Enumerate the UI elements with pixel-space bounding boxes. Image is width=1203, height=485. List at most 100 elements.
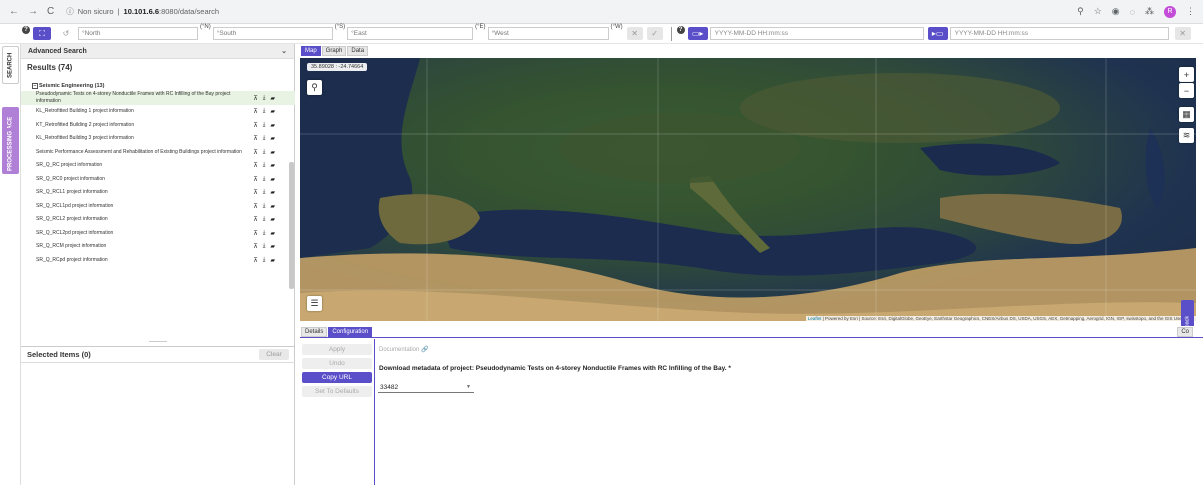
list-item[interactable]: KL_Retrofitted Building 3 project inform… (21, 132, 295, 146)
folder-icon[interactable]: ▰ (270, 216, 275, 223)
folder-icon[interactable]: ▰ (270, 189, 275, 196)
set-defaults-button[interactable]: Set To Defaults (302, 386, 372, 397)
undo-button[interactable]: Undo (302, 358, 372, 369)
copy-url-button[interactable]: Copy URL (302, 372, 372, 383)
zoom-icon[interactable]: ⚲ (1077, 6, 1084, 17)
folder-icon[interactable]: ▰ (270, 257, 275, 264)
list-item[interactable]: SR_Q_RC0 project information ⊼ ⤓ ▰ (21, 173, 295, 187)
pin-icon[interactable]: ⊼ (253, 108, 257, 115)
results-group[interactable]: − Seismic Engineering (13) (21, 81, 295, 91)
folder-icon[interactable]: ▰ (270, 108, 275, 115)
east-input[interactable]: ° East (347, 27, 474, 40)
download-icon[interactable]: ⤓ (263, 216, 266, 223)
west-input[interactable]: ° West (487, 27, 609, 40)
tab-details[interactable]: Details (301, 327, 328, 337)
download-icon[interactable]: ⤓ (263, 149, 266, 156)
apply-bbox-button[interactable]: ✓ (646, 27, 663, 40)
list-item[interactable]: Seismic Performance Assessment and Rehab… (21, 146, 295, 160)
tab-data[interactable]: Data (347, 46, 369, 56)
download-icon[interactable]: ⤓ (263, 122, 266, 129)
extension-icon-2[interactable]: ◌ (1130, 7, 1135, 17)
collapse-icon[interactable]: − (32, 83, 38, 89)
forward-icon[interactable]: → (28, 6, 38, 17)
results-scrollbar[interactable] (289, 162, 294, 289)
folder-icon[interactable]: ▰ (270, 243, 275, 250)
north-input[interactable]: ° North (78, 27, 198, 40)
map-layers-icon[interactable]: ▦ (1179, 107, 1194, 122)
clear-button[interactable]: Clear (259, 349, 289, 360)
pin-icon[interactable]: ⊼ (253, 135, 257, 142)
folder-icon[interactable]: ▰ (270, 176, 275, 183)
folder-icon[interactable]: ▰ (270, 95, 275, 102)
pin-icon[interactable]: ⊼ (253, 257, 257, 264)
list-item[interactable]: SR_Q_RC project information ⊼ ⤓ ▰ (21, 159, 295, 173)
list-item[interactable]: SR_Q_RCL2 project information ⊼ ⤓ ▰ (21, 213, 295, 227)
pin-icon[interactable]: ⊼ (253, 216, 257, 223)
tab-graph[interactable]: Graph (321, 46, 347, 56)
pin-icon[interactable]: ⊼ (253, 176, 257, 183)
pin-icon[interactable]: ⊼ (253, 203, 257, 210)
folder-icon[interactable]: ▰ (270, 149, 275, 156)
bookmark-star-icon[interactable]: ☆ (1094, 6, 1102, 17)
extensions-puzzle-icon[interactable]: ⁂ (1145, 6, 1154, 17)
documentation-link[interactable]: Documentation 🔗 (379, 346, 429, 353)
help-icon[interactable]: ? (22, 25, 30, 34)
pin-icon[interactable]: ⊼ (253, 243, 257, 250)
resize-handle[interactable] (149, 341, 167, 342)
tab-collapsed[interactable]: Co (1177, 327, 1193, 337)
pin-icon[interactable]: ⊼ (253, 189, 257, 196)
download-icon[interactable]: ⤓ (263, 135, 266, 142)
download-icon[interactable]: ⤓ (263, 189, 266, 196)
apply-button[interactable]: Apply (302, 344, 372, 355)
menu-icon[interactable]: ⋮ (1186, 6, 1195, 17)
download-icon[interactable]: ⤓ (263, 95, 266, 102)
download-icon[interactable]: ⤓ (263, 162, 266, 169)
pin-icon[interactable]: ⊼ (253, 122, 257, 129)
reload-icon[interactable]: C (47, 6, 54, 17)
list-item[interactable]: SR_Q_RCL1 project information ⊼ ⤓ ▰ (21, 186, 295, 200)
tab-search[interactable]: SEARCH (2, 46, 19, 84)
profile-avatar[interactable]: R (1164, 5, 1176, 18)
download-icon[interactable]: ⤓ (263, 176, 266, 183)
download-icon[interactable]: ⤓ (263, 243, 266, 250)
list-item[interactable]: Pseudodynamic Tests on 4-storey Nonducti… (21, 91, 295, 105)
clear-dates-button[interactable]: ✕ (1174, 27, 1191, 40)
download-icon[interactable]: ⤓ (263, 108, 266, 115)
south-input[interactable]: ° South (212, 27, 333, 40)
list-item[interactable]: KT_Retrofitted Building 2 project inform… (21, 119, 295, 133)
list-item[interactable]: SR_Q_RCL2pd project information ⊼ ⤓ ▰ (21, 227, 295, 241)
pin-icon[interactable]: ⊼ (253, 95, 257, 102)
list-item[interactable]: KL_Retrofitted Building 1 project inform… (21, 105, 295, 119)
date-help-icon[interactable]: ? (676, 25, 685, 34)
zoom-out-button[interactable]: − (1179, 83, 1194, 98)
folder-icon[interactable]: ▰ (270, 122, 275, 129)
address-bar[interactable]: ⓘ Non sicuro | 10.101.6.6:8080/data/sear… (66, 6, 219, 17)
undo-icon[interactable]: ↺ (57, 27, 75, 40)
end-date-button[interactable]: ▸▭ (927, 27, 948, 40)
tab-configuration[interactable]: Configuration (328, 327, 373, 337)
start-date-button[interactable]: ▭▸ (687, 27, 708, 40)
folder-icon[interactable]: ▰ (270, 162, 275, 169)
stack-layers-icon[interactable]: ≋ (1179, 128, 1194, 143)
end-date-input[interactable]: YYYY-MM-DD HH:mm:ss (949, 27, 1169, 40)
download-icon[interactable]: ⤓ (263, 203, 266, 210)
download-icon[interactable]: ⤓ (263, 230, 266, 237)
extension-icon[interactable]: ◉ (1112, 6, 1120, 17)
fullscreen-button[interactable]: ⛶ (33, 27, 51, 40)
list-item[interactable]: SR_Q_RCL1pd project information ⊼ ⤓ ▰ (21, 200, 295, 214)
clear-bbox-button[interactable]: ✕ (626, 27, 643, 40)
start-date-input[interactable]: YYYY-MM-DD HH:mm:ss (709, 27, 924, 40)
tab-processing[interactable]: PROCESSING (2, 128, 19, 174)
pin-icon[interactable]: ⊼ (253, 149, 257, 156)
pin-icon[interactable]: ⊼ (253, 230, 257, 237)
search-icon[interactable]: ⚲ (307, 80, 322, 95)
folder-icon[interactable]: ▰ (270, 203, 275, 210)
folder-icon[interactable]: ▰ (270, 230, 275, 237)
menu-list-icon[interactable]: ☰ (307, 296, 322, 311)
list-item[interactable]: SR_Q_RCpd project information ⊼ ⤓ ▰ (21, 254, 295, 268)
list-item[interactable]: SR_Q_RCM project information ⊼ ⤓ ▰ (21, 240, 295, 254)
back-icon[interactable]: ← (9, 6, 19, 17)
satellite-map[interactable]: 35.89028 : -24.74664 ⚲ + − ▦ ≋ ☰ Leaflet… (300, 58, 1196, 321)
download-icon[interactable]: ⤓ (263, 257, 266, 264)
tab-map[interactable]: Map (301, 46, 321, 56)
